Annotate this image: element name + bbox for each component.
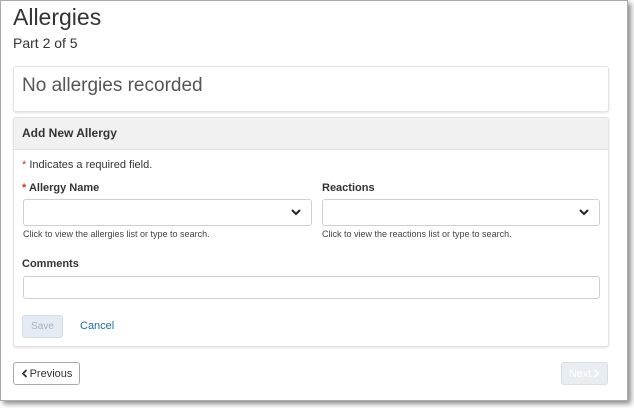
add-allergy-card: Add New Allergy * Indicates a required f…	[13, 117, 609, 347]
allergy-name-label-text: Allergy Name	[28, 182, 100, 194]
allergy-name-label: * Allergy Name	[22, 182, 99, 194]
next-button[interactable]: Next	[561, 362, 608, 385]
cancel-link[interactable]: Cancel	[80, 320, 114, 332]
previous-label: Previous	[29, 367, 73, 380]
reactions-select[interactable]	[322, 199, 600, 226]
empty-state-text: No allergies recorded	[22, 75, 203, 96]
chevron-down-icon	[579, 209, 589, 216]
allergy-name-select[interactable]	[23, 199, 312, 226]
reactions-help: Click to view the reactions list or type…	[322, 229, 512, 239]
empty-state-card: No allergies recorded	[13, 66, 609, 112]
reactions-label: Reactions	[322, 182, 375, 194]
next-label: Next	[568, 367, 592, 380]
required-note: * Indicates a required field.	[22, 159, 152, 171]
comments-input[interactable]	[23, 276, 600, 299]
chevron-left-icon	[21, 369, 27, 378]
required-note-text: Indicates a required field.	[29, 159, 153, 171]
previous-button[interactable]: Previous	[13, 362, 80, 385]
card-header: Add New Allergy	[14, 118, 608, 150]
page-subtitle: Part 2 of 5	[13, 35, 78, 51]
allergy-name-help: Click to view the allergies list or type…	[23, 229, 210, 239]
chevron-down-icon	[291, 209, 301, 216]
page-title: Allergies	[13, 4, 102, 30]
comments-label: Comments	[22, 258, 79, 270]
required-marker: *	[22, 182, 27, 194]
save-button[interactable]: Save	[22, 315, 63, 338]
chevron-right-icon	[594, 369, 600, 378]
window-frame: Allergies Part 2 of 5 No allergies recor…	[0, 0, 628, 401]
required-marker: *	[22, 159, 27, 171]
